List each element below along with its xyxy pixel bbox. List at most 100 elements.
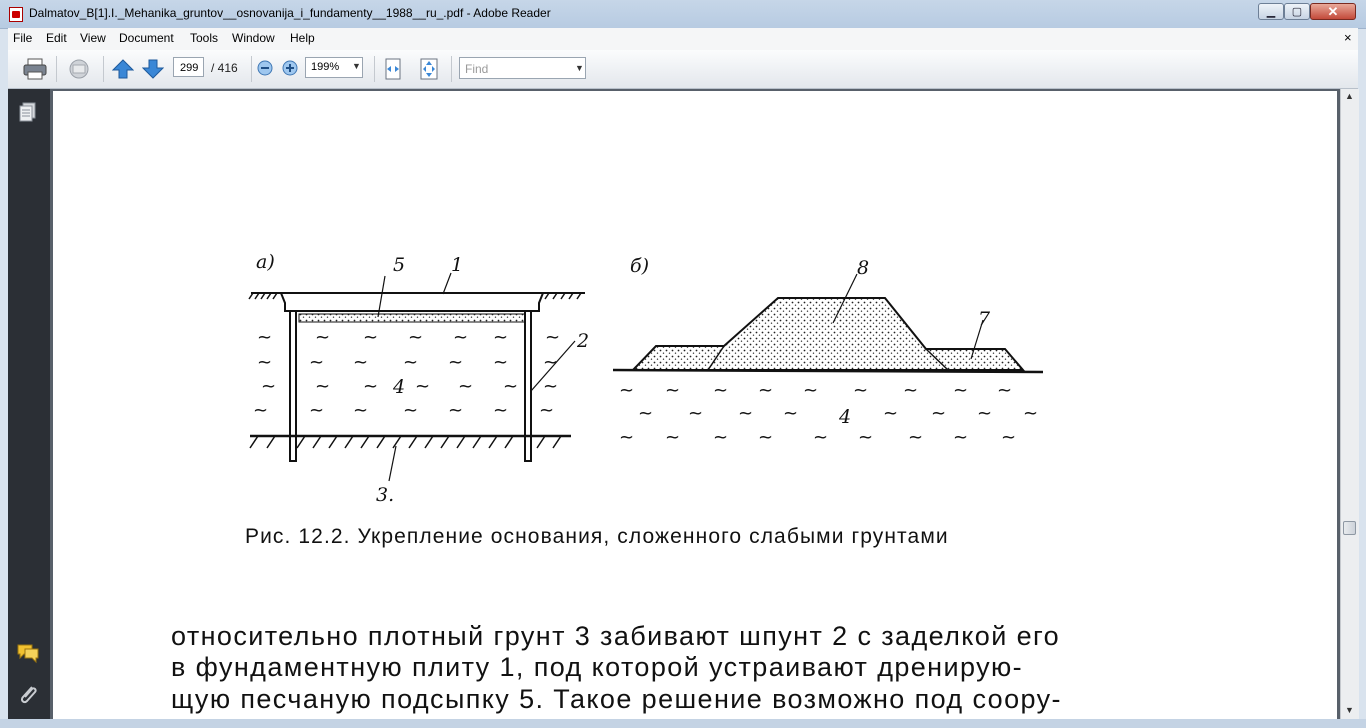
svg-text:~: ~: [363, 376, 378, 397]
svg-text:~: ~: [713, 427, 728, 448]
callout-7: 7: [978, 308, 991, 330]
find-placeholder: Find: [465, 62, 489, 76]
page-number-input[interactable]: 299: [173, 57, 204, 77]
zoom-in-icon[interactable]: [282, 60, 298, 76]
menu-edit[interactable]: Edit: [46, 31, 67, 45]
callout-4: 4: [392, 376, 405, 398]
svg-text:~: ~: [713, 380, 728, 401]
toolbar-separator: [451, 56, 452, 82]
svg-text:~: ~: [503, 376, 518, 397]
svg-text:~: ~: [783, 403, 798, 424]
find-options-chevron-icon[interactable]: ▼: [575, 63, 584, 73]
minimize-button[interactable]: ▁: [1258, 3, 1284, 20]
maximize-button[interactable]: ▢: [1284, 3, 1310, 20]
document-view: а) ~ ~ ~ ~ ~ ~ ~ ~ ~ ~ ~ ~ ~ ~ ~ ~ ~ ~ ~ ~ ~ ~ ~ ~ ~: [50, 89, 1340, 719]
svg-text:~: ~: [448, 352, 463, 373]
pdf-app-icon: [9, 7, 23, 22]
toolbar-separator: [103, 56, 104, 82]
svg-text:~: ~: [543, 376, 558, 397]
figure-caption: Рис. 12.2. Укрепление основания, сложенн…: [245, 525, 949, 548]
pages-panel-icon[interactable]: [17, 101, 39, 123]
svg-text:~: ~: [738, 403, 753, 424]
figure-12-2: а) ~ ~ ~ ~ ~ ~ ~ ~ ~ ~ ~ ~ ~ ~ ~ ~ ~ ~ ~ ~ ~ ~ ~ ~ ~: [248, 251, 1044, 506]
svg-text:~: ~: [977, 403, 992, 424]
svg-text:~: ~: [758, 380, 773, 401]
figure-b-diagram: б) ~ ~ ~ ~ ~ ~ ~ ~ ~ ~ ~ ~ ~ ~ ~ ~ ~ ~ ~ ~ ~ ~ ~ ~ ~ ~ 8 7 4: [612, 255, 1044, 448]
print-icon[interactable]: [23, 58, 47, 80]
toolbar-separator: [251, 56, 252, 82]
svg-text:~: ~: [931, 403, 946, 424]
svg-text:~: ~: [665, 380, 680, 401]
svg-text:~: ~: [953, 427, 968, 448]
svg-text:~: ~: [315, 376, 330, 397]
svg-text:~: ~: [1001, 427, 1016, 448]
zoom-out-icon[interactable]: [257, 60, 273, 76]
callout-8: 8: [857, 257, 869, 279]
toolbar-separator: [56, 56, 57, 82]
menu-view[interactable]: View: [80, 31, 106, 45]
menu-file[interactable]: File: [13, 31, 32, 45]
svg-text:~: ~: [315, 327, 330, 348]
figure-a-diagram: а) ~ ~ ~ ~ ~ ~ ~ ~ ~ ~ ~ ~ ~ ~ ~ ~ ~ ~ ~ ~ ~ ~ ~ ~ ~: [248, 251, 589, 506]
figure-b-label: б): [630, 255, 649, 277]
menu-window[interactable]: Window: [232, 31, 275, 45]
menu-document[interactable]: Document: [119, 31, 174, 45]
svg-text:~: ~: [619, 427, 634, 448]
fit-width-icon[interactable]: [384, 58, 402, 80]
svg-text:~: ~: [908, 427, 923, 448]
svg-text:~: ~: [493, 327, 508, 348]
pdf-page: а) ~ ~ ~ ~ ~ ~ ~ ~ ~ ~ ~ ~ ~ ~ ~ ~ ~ ~ ~ ~ ~ ~ ~ ~ ~: [53, 91, 1337, 719]
svg-text:~: ~: [758, 427, 773, 448]
body-text-line: в фундаментную плиту 1, под которой устр…: [171, 652, 1024, 682]
previous-page-icon[interactable]: [112, 59, 134, 79]
svg-text:~: ~: [403, 352, 418, 373]
svg-text:~: ~: [1023, 403, 1038, 424]
svg-text:~: ~: [853, 380, 868, 401]
svg-text:~: ~: [453, 327, 468, 348]
attachments-icon[interactable]: [17, 683, 39, 707]
scroll-up-icon[interactable]: ▲: [1345, 91, 1354, 101]
svg-text:~: ~: [688, 403, 703, 424]
chevron-down-icon: ▼: [352, 61, 361, 71]
comments-icon[interactable]: [16, 642, 40, 664]
svg-text:~: ~: [665, 427, 680, 448]
page-total: / 416: [211, 61, 238, 75]
svg-text:~: ~: [257, 352, 272, 373]
svg-text:~: ~: [309, 352, 324, 373]
close-window-button[interactable]: ✕: [1310, 3, 1356, 20]
menu-help[interactable]: Help: [290, 31, 315, 45]
svg-text:~: ~: [403, 400, 418, 421]
find-input[interactable]: Find: [459, 57, 586, 79]
scrollbar-thumb[interactable]: [1343, 521, 1356, 535]
fit-page-icon[interactable]: [419, 58, 439, 80]
svg-text:~: ~: [813, 427, 828, 448]
menu-tools[interactable]: Tools: [190, 31, 218, 45]
adobe-reader-window: Dalmatov_B[1].I._Mehanika_gruntov__osnov…: [0, 0, 1366, 728]
callout-4-b: 4: [838, 406, 851, 428]
callout-3: 3.: [376, 484, 394, 506]
svg-text:~: ~: [415, 376, 430, 397]
email-icon[interactable]: [66, 58, 92, 80]
svg-text:~: ~: [903, 380, 918, 401]
svg-text:~: ~: [997, 380, 1012, 401]
svg-text:~: ~: [638, 403, 653, 424]
scroll-down-icon[interactable]: ▼: [1345, 705, 1354, 715]
svg-text:~: ~: [619, 380, 634, 401]
svg-text:~: ~: [261, 376, 276, 397]
next-page-icon[interactable]: [142, 59, 164, 79]
window-title: Dalmatov_B[1].I._Mehanika_gruntov__osnov…: [29, 6, 551, 20]
svg-text:~: ~: [353, 352, 368, 373]
close-icon: ✕: [1327, 3, 1339, 19]
vertical-scrollbar[interactable]: ▲ ▼: [1340, 89, 1359, 719]
svg-text:~: ~: [539, 400, 554, 421]
svg-text:~: ~: [448, 400, 463, 421]
body-text-line: щую песчаную подсыпку 5. Такое решение в…: [171, 684, 1062, 714]
toolbar-separator: [374, 56, 375, 82]
callout-5: 5: [393, 254, 405, 276]
callout-1: 1: [451, 254, 463, 276]
svg-text:~: ~: [858, 427, 873, 448]
window-bottom-border: [0, 719, 1366, 728]
zoom-level-select[interactable]: 199% ▼: [305, 57, 363, 78]
svg-text:~: ~: [458, 376, 473, 397]
close-document-button[interactable]: ×: [1344, 30, 1352, 45]
